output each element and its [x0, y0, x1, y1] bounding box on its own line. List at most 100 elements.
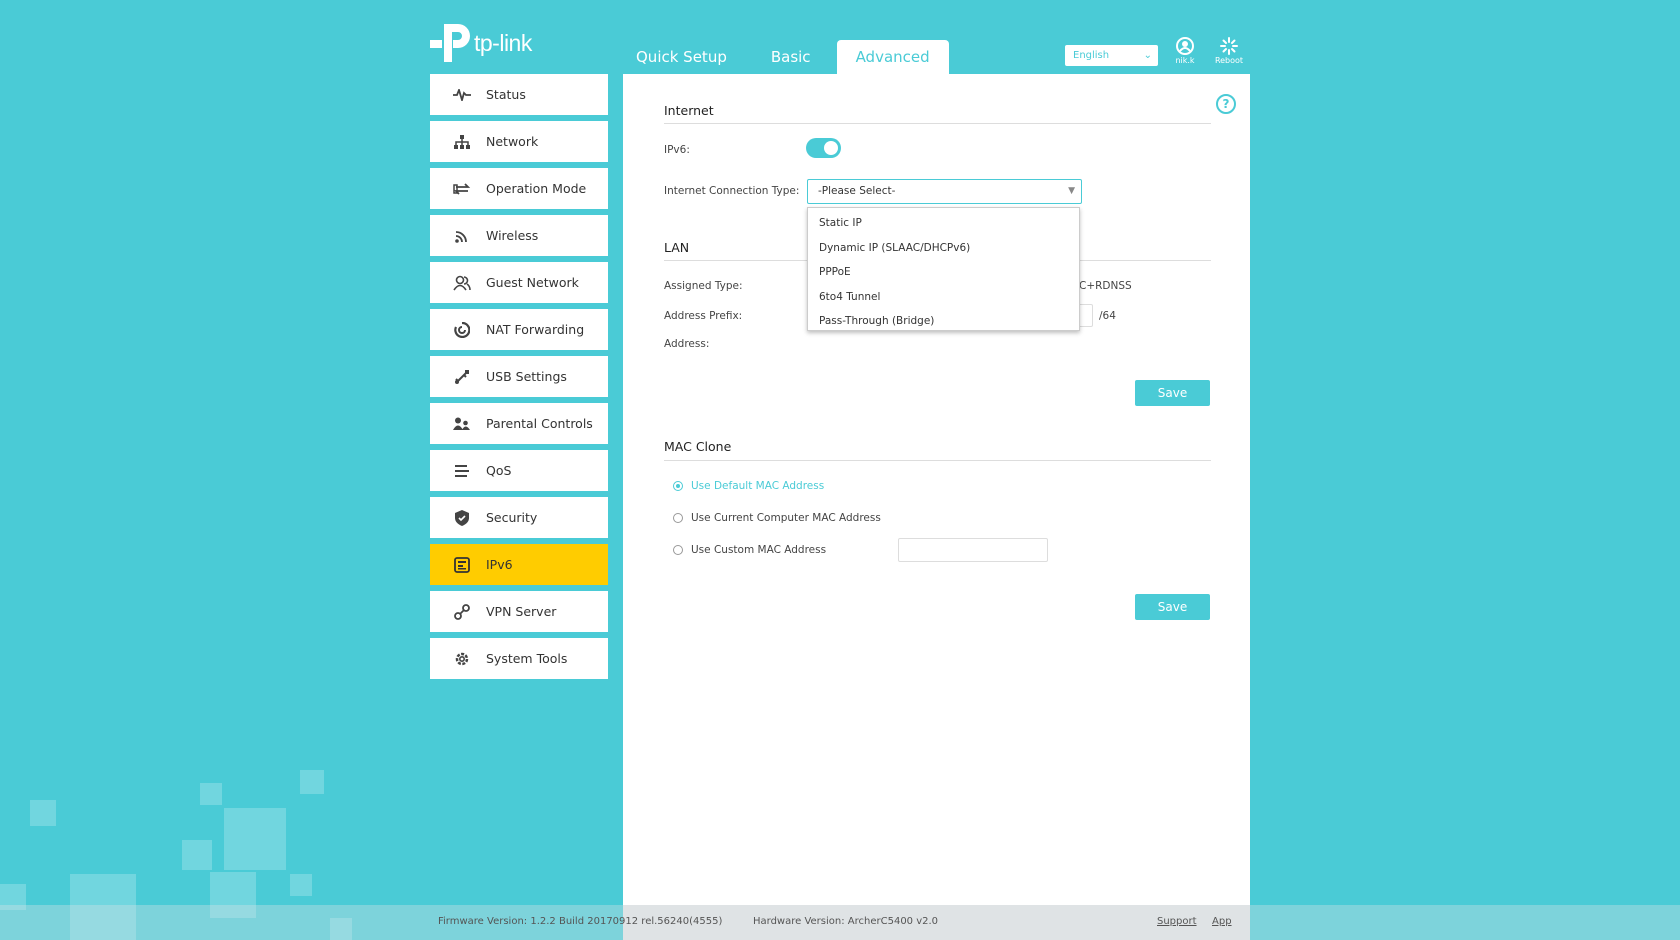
sidebar-item-status[interactable]: Status	[430, 74, 608, 115]
reboot-button[interactable]: Reboot	[1209, 36, 1249, 65]
sidebar-item-ipv6[interactable]: IPv6	[430, 544, 608, 585]
radio-label: Use Current Computer MAC Address	[691, 512, 881, 524]
section-title-mac-clone: MAC Clone	[664, 439, 732, 454]
language-select[interactable]: English ⌄	[1065, 45, 1158, 66]
sidebar-item-qos[interactable]: QoS	[430, 450, 608, 491]
footer: Firmware Version: 1.2.2 Build 20170912 r…	[0, 905, 1680, 940]
sidebar-item-security[interactable]: Security	[430, 497, 608, 538]
assigned-type-label: Assigned Type:	[664, 280, 743, 292]
sidebar-item-label: System Tools	[486, 651, 568, 666]
sidebar-item-label: Security	[486, 510, 538, 525]
connection-type-label: Internet Connection Type:	[664, 185, 800, 197]
connection-type-dropdown: Static IP Dynamic IP (SLAAC/DHCPv6) PPPo…	[807, 207, 1080, 331]
top-navigation: Quick Setup Basic Advanced	[618, 40, 957, 74]
radio-label: Use Custom MAC Address	[691, 544, 827, 556]
sidebar-item-label: Wireless	[486, 228, 539, 243]
tplink-logo-icon	[430, 24, 470, 62]
lan-save-button[interactable]: Save	[1135, 380, 1210, 406]
option-pass-through[interactable]: Pass-Through (Bridge)	[808, 309, 1079, 334]
option-pppoe[interactable]: PPPoE	[808, 260, 1079, 285]
radio-current-computer-mac[interactable]: Use Current Computer MAC Address	[673, 512, 881, 524]
radio-default-mac[interactable]: Use Default MAC Address	[673, 480, 824, 492]
sidebar-item-wireless[interactable]: Wireless	[430, 215, 608, 256]
assigned-type-value: C+RDNSS	[1079, 280, 1132, 292]
decorative-square	[300, 770, 324, 794]
section-title-lan: LAN	[664, 240, 690, 255]
tab-basic[interactable]: Basic	[753, 40, 829, 74]
brand-logo[interactable]: tp-link	[430, 22, 532, 64]
reboot-label: Reboot	[1214, 56, 1244, 65]
sidebar-item-label: QoS	[486, 463, 512, 478]
decorative-square	[30, 800, 56, 826]
footer-content: Firmware Version: 1.2.2 Build 20170912 r…	[0, 905, 1680, 940]
address-label: Address:	[664, 338, 710, 350]
network-icon	[452, 134, 472, 149]
pulse-icon	[452, 88, 472, 101]
parental-icon	[452, 417, 472, 431]
user-account-button[interactable]: nik.k	[1165, 36, 1205, 65]
option-6to4-tunnel[interactable]: 6to4 Tunnel	[808, 285, 1079, 310]
main-content: ? Internet IPv6: Internet Connection Typ…	[623, 74, 1250, 940]
decorative-square	[290, 874, 312, 896]
sidebar-item-label: IPv6	[486, 557, 513, 572]
operation-mode-icon	[452, 182, 472, 196]
ipv6-icon	[452, 556, 472, 573]
decorative-square	[182, 840, 212, 870]
hardware-version: Hardware Version: ArcherC5400 v2.0	[753, 916, 939, 927]
qos-icon	[452, 464, 472, 478]
decorative-square	[200, 783, 222, 805]
radio-custom-mac[interactable]: Use Custom MAC Address	[673, 544, 826, 556]
prefix-suffix: /64	[1099, 310, 1116, 322]
mac-clone-save-button[interactable]: Save	[1135, 594, 1210, 620]
sidebar: Status Network Operation Mode Wireless G…	[430, 74, 608, 685]
option-static-ip[interactable]: Static IP	[808, 211, 1079, 236]
divider	[664, 123, 1211, 124]
sidebar-item-label: Operation Mode	[486, 181, 587, 196]
ipv6-toggle[interactable]	[806, 138, 841, 158]
radio-indicator	[673, 513, 683, 523]
sidebar-item-operation-mode[interactable]: Operation Mode	[430, 168, 608, 209]
option-dynamic-ip[interactable]: Dynamic IP (SLAAC/DHCPv6)	[808, 236, 1079, 261]
sidebar-item-label: Guest Network	[486, 275, 579, 290]
divider	[664, 460, 1211, 461]
radio-label: Use Default MAC Address	[691, 480, 825, 492]
sidebar-item-label: NAT Forwarding	[486, 322, 585, 337]
sidebar-item-label: USB Settings	[486, 369, 567, 384]
shield-icon	[452, 509, 472, 526]
sidebar-item-system-tools[interactable]: System Tools	[430, 638, 608, 679]
help-icon[interactable]: ?	[1216, 94, 1236, 114]
sidebar-item-label: VPN Server	[486, 604, 557, 619]
sidebar-item-nat-forwarding[interactable]: NAT Forwarding	[430, 309, 608, 350]
tab-quick-setup[interactable]: Quick Setup	[618, 40, 745, 74]
sidebar-item-label: Network	[486, 134, 539, 149]
dropdown-arrow-icon: ▼	[1068, 186, 1075, 196]
radio-indicator	[673, 481, 683, 491]
radio-indicator	[673, 545, 683, 555]
firmware-version: Firmware Version: 1.2.2 Build 20170912 r…	[438, 916, 723, 927]
sidebar-item-network[interactable]: Network	[430, 121, 608, 162]
language-value: English	[1073, 50, 1110, 61]
tab-advanced[interactable]: Advanced	[836, 40, 949, 74]
usb-icon	[452, 369, 472, 385]
decorative-square	[224, 808, 286, 870]
wifi-icon	[452, 229, 472, 243]
sidebar-item-guest-network[interactable]: Guest Network	[430, 262, 608, 303]
user-label: nik.k	[1175, 56, 1195, 65]
chevron-down-icon: ⌄	[1143, 50, 1152, 61]
sidebar-item-usb-settings[interactable]: USB Settings	[430, 356, 608, 397]
section-title-internet: Internet	[664, 103, 714, 118]
sidebar-item-vpn-server[interactable]: VPN Server	[430, 591, 608, 632]
brand-name: tp-link	[474, 29, 532, 56]
connection-type-select[interactable]: -Please Select- ▼	[807, 179, 1082, 204]
user-icon	[1176, 37, 1194, 55]
gear-icon	[452, 651, 472, 667]
sidebar-item-parental-controls[interactable]: Parental Controls	[430, 403, 608, 444]
connection-type-value: -Please Select-	[818, 185, 896, 197]
guest-users-icon	[452, 275, 472, 291]
vpn-icon	[452, 603, 472, 620]
custom-mac-input[interactable]	[898, 538, 1048, 562]
support-link[interactable]: Support	[1157, 916, 1197, 927]
app-link[interactable]: App	[1212, 916, 1232, 927]
reboot-icon	[1220, 37, 1238, 55]
sidebar-item-label: Status	[486, 87, 526, 102]
